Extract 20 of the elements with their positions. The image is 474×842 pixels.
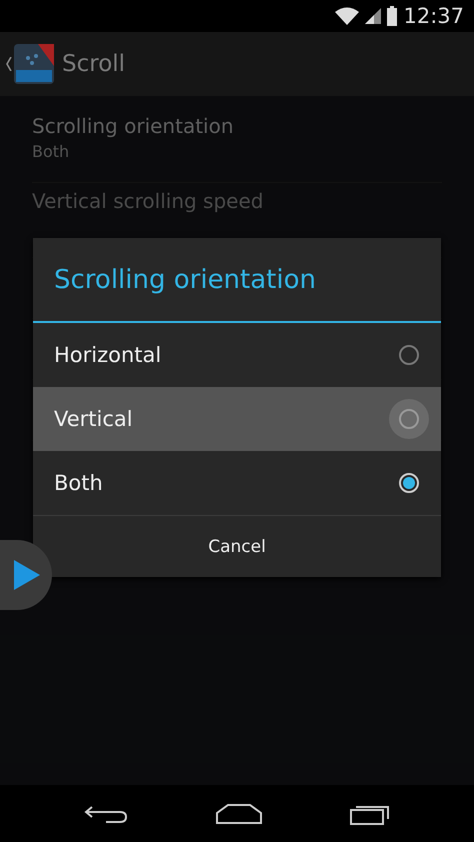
option-label: Both — [54, 471, 103, 495]
setting-summary: Both — [32, 142, 70, 161]
cancel-button[interactable]: Cancel — [33, 515, 441, 577]
dialog-title: Scrolling orientation — [33, 238, 441, 323]
option-row[interactable]: Both — [33, 451, 441, 515]
app-title: Scroll — [62, 51, 126, 77]
option-row[interactable]: Horizontal — [33, 323, 441, 387]
play-icon — [14, 560, 40, 590]
battery-icon — [387, 6, 398, 26]
wifi-icon — [335, 7, 360, 25]
option-row[interactable]: Vertical — [33, 387, 441, 451]
floating-play-button[interactable] — [0, 540, 52, 610]
app-icon[interactable] — [14, 44, 54, 84]
back-caret-icon[interactable] — [6, 57, 12, 71]
radio-button[interactable] — [389, 399, 429, 439]
signal-icon — [365, 8, 382, 24]
option-label: Vertical — [54, 407, 133, 431]
home-icon[interactable] — [216, 804, 262, 824]
option-label: Horizontal — [54, 343, 162, 367]
clock-time: 12:37 — [403, 4, 464, 28]
